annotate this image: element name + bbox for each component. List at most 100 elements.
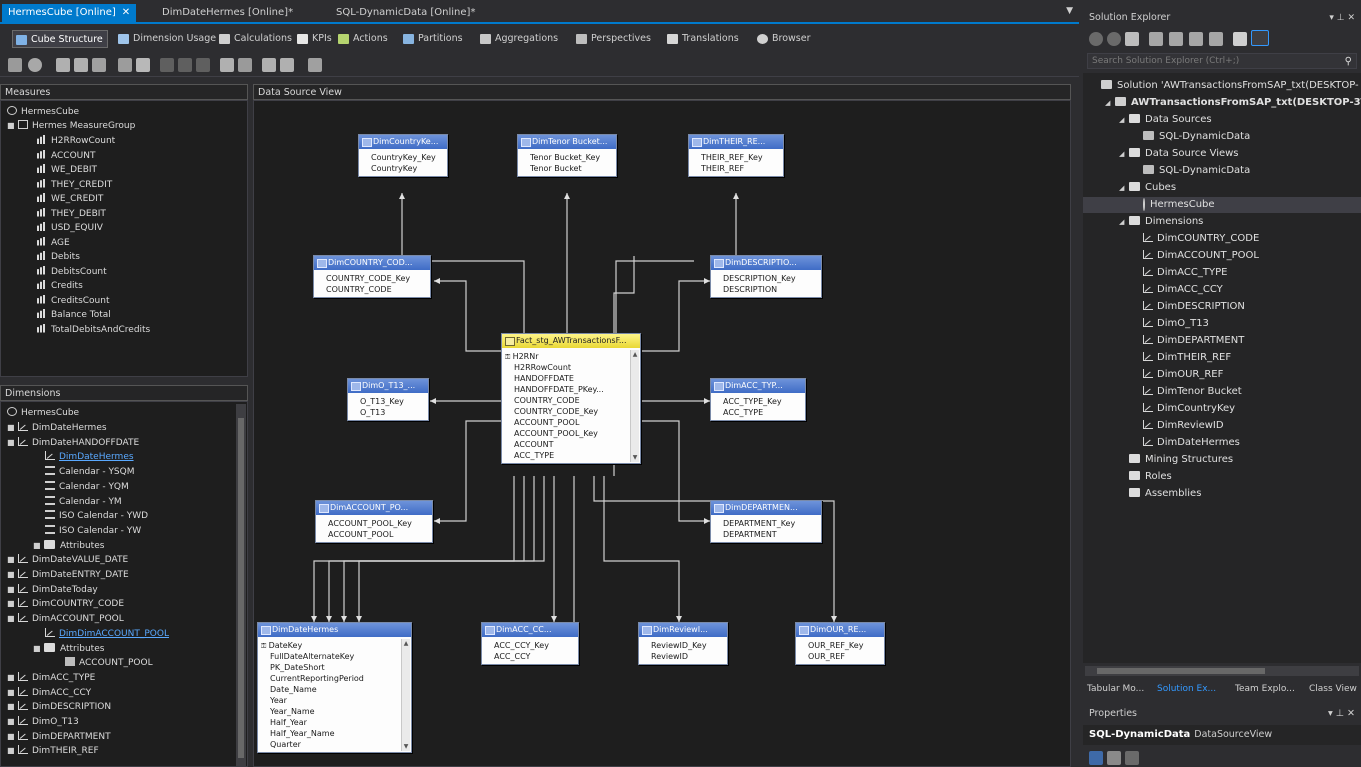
dimensions-root[interactable]: HermesCube — [7, 406, 79, 420]
dimension-tree-item[interactable]: ■ DimDateENTRY_DATE — [7, 568, 129, 582]
dimension-tree-item[interactable]: ■ DimACC_TYPE — [7, 671, 95, 685]
dsv-table-description[interactable]: DimDESCRIPTIO... DESCRIPTION_Key DESCRIPTI… — [710, 255, 822, 298]
dimension-tree-item[interactable]: ■ Attributes — [33, 539, 104, 553]
table-title[interactable]: DimO_T13_... — [348, 379, 428, 393]
table-column[interactable]: Date_Name — [270, 684, 399, 695]
tab-translations[interactable]: Translations — [664, 30, 743, 48]
table-column[interactable]: ACCOUNT — [514, 439, 628, 450]
table-column[interactable]: HANDOFFDATE — [514, 373, 628, 384]
table-title[interactable]: DimTHEIR_RE... — [689, 135, 783, 149]
dimension-tree-item[interactable]: ■ DimO_T13 — [7, 715, 79, 729]
relationship-line[interactable] — [603, 476, 680, 622]
measure-item[interactable]: AGE — [37, 236, 70, 250]
property-pages-icon[interactable] — [1125, 751, 1139, 765]
table-column[interactable]: ACCOUNT_POOL — [328, 529, 428, 540]
alphabetical-icon[interactable] — [1107, 751, 1121, 765]
dimension-tree-item[interactable]: DimDateHermes — [45, 450, 134, 464]
wrench-icon[interactable] — [1233, 32, 1247, 46]
table-column[interactable]: CountryKey — [371, 163, 443, 174]
diagram-icon[interactable] — [238, 58, 252, 72]
table-title[interactable]: DimDESCRIPTIO... — [711, 256, 821, 270]
solution-explorer-item[interactable]: SQL-DynamicData — [1083, 129, 1361, 145]
table-scrollbar[interactable]: ▲ ▼ — [630, 350, 639, 462]
solution-explorer-item[interactable]: DimTenor Bucket — [1083, 384, 1361, 400]
relationship-line[interactable] — [358, 476, 515, 622]
table-column[interactable]: DEPARTMENT_Key — [723, 518, 817, 529]
table-title[interactable]: DimDateHermes — [258, 623, 411, 637]
table-column[interactable]: DEPARTMENT — [723, 529, 817, 540]
solution-explorer-item[interactable]: HermesCube — [1083, 197, 1361, 213]
dsv-table-their-ref[interactable]: DimTHEIR_RE... THEIR_REF_Key THEIR_REF — [688, 134, 784, 177]
solution-explorer-item[interactable]: DimCountryKey — [1083, 401, 1361, 417]
find-icon[interactable] — [280, 58, 294, 72]
table-column[interactable]: CurrentReportingPeriod — [270, 673, 399, 684]
tab-solution-explorer[interactable]: Solution Ex... — [1157, 681, 1216, 697]
dimension-tree-item[interactable]: ■ DimDateVALUE_DATE — [7, 553, 128, 567]
doc-tab-dimdatehermes[interactable]: DimDateHermes [Online]* — [156, 4, 299, 22]
dimension-tree-item[interactable]: DimDimACCOUNT_POOL — [45, 627, 169, 641]
table-column[interactable]: Year — [270, 695, 399, 706]
table-title[interactable]: DimDEPARTMEN... — [711, 501, 821, 515]
tab-tabular-model[interactable]: Tabular Mo... — [1087, 681, 1144, 697]
solution-explorer-item[interactable]: DimDESCRIPTION — [1083, 299, 1361, 315]
table-column[interactable]: PK_DateShort — [270, 662, 399, 673]
table-column[interactable]: THEIR_REF — [701, 163, 779, 174]
measure-item[interactable]: WE_CREDIT — [37, 192, 103, 206]
table-title[interactable]: DimACCOUNT_PO... — [316, 501, 432, 515]
solution-explorer-item[interactable]: DimDEPARTMENT — [1083, 333, 1361, 349]
relationship-line[interactable] — [313, 476, 545, 622]
solution-explorer-item[interactable]: DimACCOUNT_POOL — [1083, 248, 1361, 264]
table-column[interactable]: ACCOUNT_POOL — [514, 417, 628, 428]
relationship-line[interactable] — [328, 476, 535, 622]
delete-icon[interactable] — [160, 58, 174, 72]
scroll-down-icon[interactable]: ▼ — [631, 453, 639, 462]
measure-item[interactable]: TotalDebitsAndCredits — [37, 323, 150, 337]
table-title[interactable]: DimOUR_RE... — [796, 623, 884, 637]
dimension-tree-item[interactable]: ■ DimDESCRIPTION — [7, 700, 111, 714]
dimensions-scrollbar[interactable] — [236, 404, 246, 766]
measure-item[interactable]: WE_DEBIT — [37, 163, 97, 177]
tab-team-explorer[interactable]: Team Explo... — [1235, 681, 1295, 697]
solution-explorer-item[interactable]: Mining Structures — [1083, 452, 1361, 468]
new-measure-group-icon[interactable] — [136, 58, 150, 72]
preview-icon[interactable] — [1251, 30, 1269, 46]
solution-explorer-item[interactable]: ◢ Dimensions — [1083, 214, 1361, 230]
dsv-table-acc-type[interactable]: DimACC_TYP... ACC_TYPE_Key ACC_TYPE — [710, 378, 806, 421]
show-all-files-icon[interactable] — [1209, 32, 1223, 46]
scroll-thumb[interactable] — [238, 418, 244, 758]
expand-icon[interactable]: ■ — [7, 700, 15, 714]
expand-icon[interactable]: ◢ — [1105, 95, 1115, 111]
tab-overflow-dropdown-icon[interactable]: ▼ — [1066, 6, 1073, 16]
measures-root[interactable]: HermesCube — [7, 105, 79, 119]
tab-cube-structure[interactable]: Cube Structure — [12, 30, 108, 48]
dsv-table-our-ref[interactable]: DimOUR_RE... OUR_REF_Key OUR_REF — [795, 622, 885, 665]
table-title[interactable]: DimACC_TYP... — [711, 379, 805, 393]
table-column[interactable]: H2RNr — [505, 351, 628, 362]
table-column[interactable]: Tenor Bucket — [530, 163, 612, 174]
expand-icon[interactable]: ■ — [7, 612, 15, 626]
dimension-tree-item[interactable]: Calendar - YM — [45, 495, 122, 509]
tab-partitions[interactable]: Partitions — [400, 30, 467, 48]
expand-icon[interactable]: ◢ — [1119, 146, 1129, 162]
dsv-table-acc-ccy[interactable]: DimACC_CC... ACC_CCY_Key ACC_CCY — [481, 622, 579, 665]
table-column[interactable]: ReviewID_Key — [651, 640, 723, 651]
dimension-tree-item[interactable]: ■ DimDateHANDOFFDATE — [7, 436, 139, 450]
dimension-tree-item[interactable]: Calendar - YQM — [45, 480, 129, 494]
dsv-table-country-key[interactable]: DimCountryKe... CountryKey_Key CountryKey — [358, 134, 448, 177]
solution-explorer-item[interactable]: Solution 'AWTransactionsFromSAP_txt(DESK… — [1083, 78, 1361, 94]
table-title[interactable]: DimACC_CC... — [482, 623, 578, 637]
tab-browser[interactable]: Browser — [754, 30, 815, 48]
solution-explorer-item[interactable]: ◢ Data Source Views — [1083, 146, 1361, 162]
expand-icon[interactable]: ■ — [7, 421, 15, 435]
layout-icon[interactable] — [92, 58, 106, 72]
solution-explorer-item[interactable]: Assemblies — [1083, 486, 1361, 502]
dimension-tree-item[interactable]: ■ Attributes — [33, 642, 104, 656]
back-icon[interactable] — [1089, 32, 1103, 46]
dsv-table-account-pool[interactable]: DimACCOUNT_PO... ACCOUNT_POOL_Key ACCOUNT_… — [315, 500, 433, 543]
table-title[interactable]: DimReviewI... — [639, 623, 727, 637]
measure-item[interactable]: H2RRowCount — [37, 134, 115, 148]
dsv-table-tenor[interactable]: DimTenor Bucket... Tenor Bucket_Key Tenor … — [517, 134, 617, 177]
dimension-tree-item[interactable]: ACCOUNT_POOL — [65, 656, 153, 670]
solution-explorer-item[interactable]: DimACC_CCY — [1083, 282, 1361, 298]
expand-icon[interactable]: ■ — [7, 671, 15, 685]
